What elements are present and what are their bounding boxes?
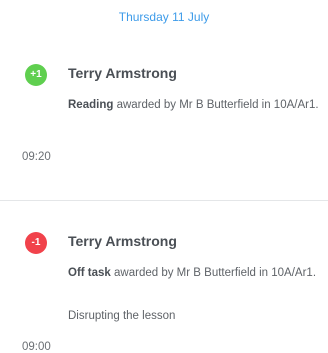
award-time: 09:20 [22,151,51,163]
behaviour-name: Reading [68,99,114,111]
divider [0,200,328,201]
points-badge-positive: +1 [25,64,47,86]
award-description: Reading awarded by Mr B Butterfield in 1… [68,96,326,115]
points-badge-negative: -1 [25,232,47,254]
award-time: 09:00 [22,341,51,353]
student-name: Terry Armstrong [68,65,177,81]
awarded-by-text: awarded by Mr B Butterfield in 10A/Ar1. [113,99,319,111]
award-note: Disrupting the lesson [68,310,176,322]
behaviour-name: Off task [68,267,111,279]
award-description: Off task awarded by Mr B Butterfield in … [68,264,326,283]
awarded-by-text: awarded by Mr B Butterfield in 10A/Ar1. [110,267,317,279]
student-name: Terry Armstrong [68,233,177,249]
date-header: Thursday 11 July [118,10,210,24]
